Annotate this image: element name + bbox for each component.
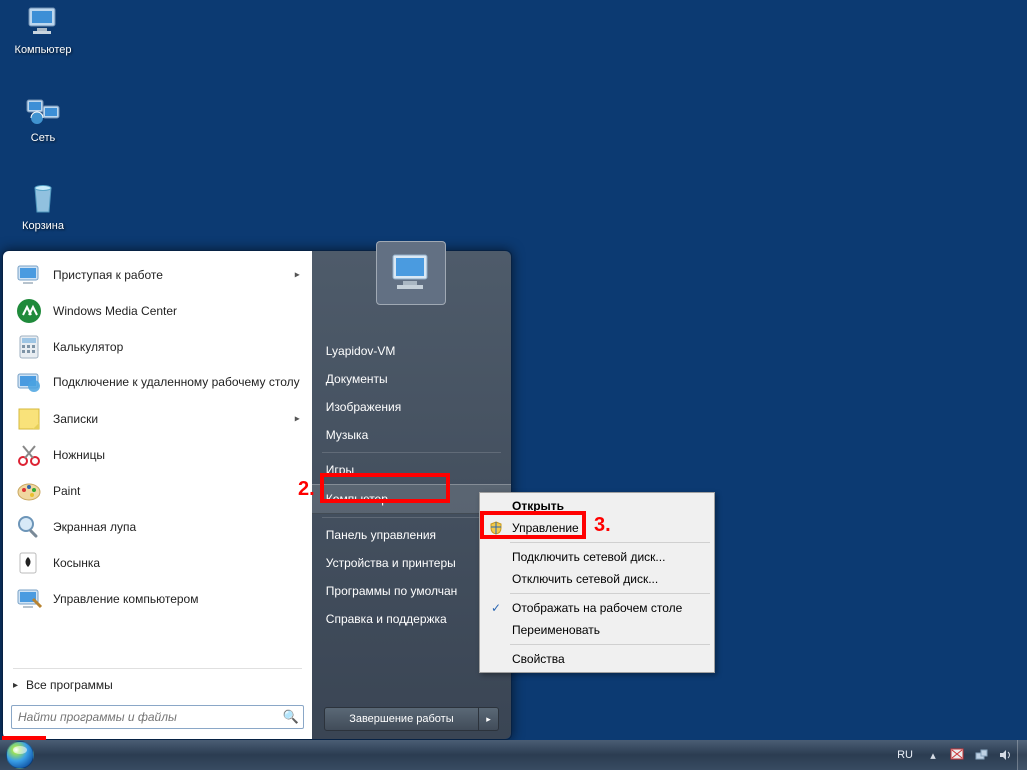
start-menu: Приступая к работе ▸ Windows Media Cente… [2, 250, 512, 740]
context-item-properties[interactable]: Свойства [482, 648, 712, 670]
right-item-pictures[interactable]: Изображения [312, 393, 511, 421]
all-programs-label: Все программы [26, 678, 113, 692]
context-item-manage[interactable]: Управление [482, 517, 712, 539]
right-item-documents[interactable]: Документы [312, 365, 511, 393]
user-picture-frame[interactable] [376, 241, 446, 305]
recycle-bin-icon [23, 178, 63, 218]
separator [322, 517, 501, 518]
show-desktop-button[interactable] [1017, 740, 1027, 770]
desktop-icon-recycle-bin[interactable]: Корзина [6, 178, 80, 232]
search-box: 🔍 [11, 705, 304, 729]
solitaire-icon [13, 547, 45, 579]
context-item-rename[interactable]: Переименовать [482, 619, 712, 641]
start-item-sticky-notes[interactable]: Записки ▸ [7, 401, 308, 437]
right-item-music[interactable]: Музыка [312, 421, 511, 449]
start-item-solitaire[interactable]: Косынка [7, 545, 308, 581]
volume-icon[interactable] [997, 747, 1013, 763]
start-item-label: Paint [53, 484, 80, 498]
paint-icon [13, 475, 45, 507]
calculator-icon [13, 331, 45, 363]
getting-started-icon [13, 259, 45, 291]
shutdown-button[interactable]: Завершение работы [324, 707, 479, 731]
start-item-paint[interactable]: Paint [7, 473, 308, 509]
action-center-icon[interactable] [949, 747, 965, 763]
separator [13, 668, 302, 669]
separator [510, 593, 710, 594]
context-menu: Открыть Управление Подключить сетевой ди… [479, 492, 715, 673]
computer-large-icon [383, 249, 439, 297]
start-item-snipping-tool[interactable]: Ножницы [7, 437, 308, 473]
submenu-arrow-icon: ▸ [295, 270, 300, 281]
separator [510, 644, 710, 645]
scissors-icon [13, 439, 45, 471]
search-icon: 🔍 [283, 709, 299, 725]
shield-icon [488, 520, 504, 536]
search-input[interactable] [11, 705, 304, 729]
start-item-label: Экранная лупа [53, 520, 136, 534]
start-item-label: Ножницы [53, 448, 105, 462]
sticky-notes-icon [13, 403, 45, 435]
separator [322, 452, 501, 453]
start-item-label: Приступая к работе [53, 268, 163, 282]
start-item-label: Калькулятор [53, 340, 123, 354]
start-item-label: Записки [53, 412, 98, 426]
shutdown-options-button[interactable]: ▸ [479, 707, 499, 731]
start-item-wmc[interactable]: Windows Media Center [7, 293, 308, 329]
start-item-computer-management[interactable]: Управление компьютером [7, 581, 308, 617]
desktop-icon-network[interactable]: Сеть [6, 90, 80, 144]
start-item-label: Подключение к удаленному рабочему столу [53, 376, 300, 390]
context-item-open[interactable]: Открыть [482, 495, 712, 517]
start-item-calculator[interactable]: Калькулятор [7, 329, 308, 365]
start-item-label: Windows Media Center [53, 304, 177, 318]
right-item-games[interactable]: Игры [312, 456, 511, 484]
desktop-icon-label: Корзина [6, 220, 80, 232]
network-icon [23, 90, 63, 130]
desktop-icon-label: Сеть [6, 132, 80, 144]
arrow-right-icon: ▸ [13, 680, 18, 691]
windows-orb-icon [6, 741, 34, 769]
computer-icon [23, 2, 63, 42]
checkmark-icon: ✓ [488, 600, 504, 616]
start-item-magnifier[interactable]: Экранная лупа [7, 509, 308, 545]
shutdown-group: Завершение работы ▸ [324, 707, 499, 731]
desktop-icon-label: Компьютер [6, 44, 80, 56]
rdp-icon [13, 367, 45, 399]
chevron-right-icon: ▸ [486, 714, 491, 725]
start-menu-left-pane: Приступая к работе ▸ Windows Media Cente… [3, 251, 312, 739]
submenu-arrow-icon: ▸ [295, 414, 300, 425]
computer-management-icon [13, 583, 45, 615]
start-item-getting-started[interactable]: Приступая к работе ▸ [7, 257, 308, 293]
network-tray-icon[interactable] [973, 747, 989, 763]
show-hidden-icons-button[interactable]: ▴ [925, 747, 941, 763]
start-item-label: Управление компьютером [53, 592, 198, 606]
wmc-icon [13, 295, 45, 327]
separator [510, 542, 710, 543]
desktop-icon-computer[interactable]: Компьютер [6, 2, 80, 56]
system-tray: RU ▴ [889, 740, 1017, 770]
taskbar: RU ▴ [0, 740, 1027, 770]
language-indicator[interactable]: RU [893, 749, 917, 761]
magnifier-icon [13, 511, 45, 543]
right-item-user[interactable]: Lyapidov-VM [312, 337, 511, 365]
context-item-show-on-desktop[interactable]: ✓ Отображать на рабочем столе [482, 597, 712, 619]
start-button[interactable] [0, 740, 40, 770]
context-item-unmap-drive[interactable]: Отключить сетевой диск... [482, 568, 712, 590]
start-item-label: Косынка [53, 556, 100, 570]
start-item-rdp[interactable]: Подключение к удаленному рабочему столу [7, 365, 308, 401]
all-programs-button[interactable]: ▸ Все программы [7, 671, 308, 699]
context-item-map-drive[interactable]: Подключить сетевой диск... [482, 546, 712, 568]
